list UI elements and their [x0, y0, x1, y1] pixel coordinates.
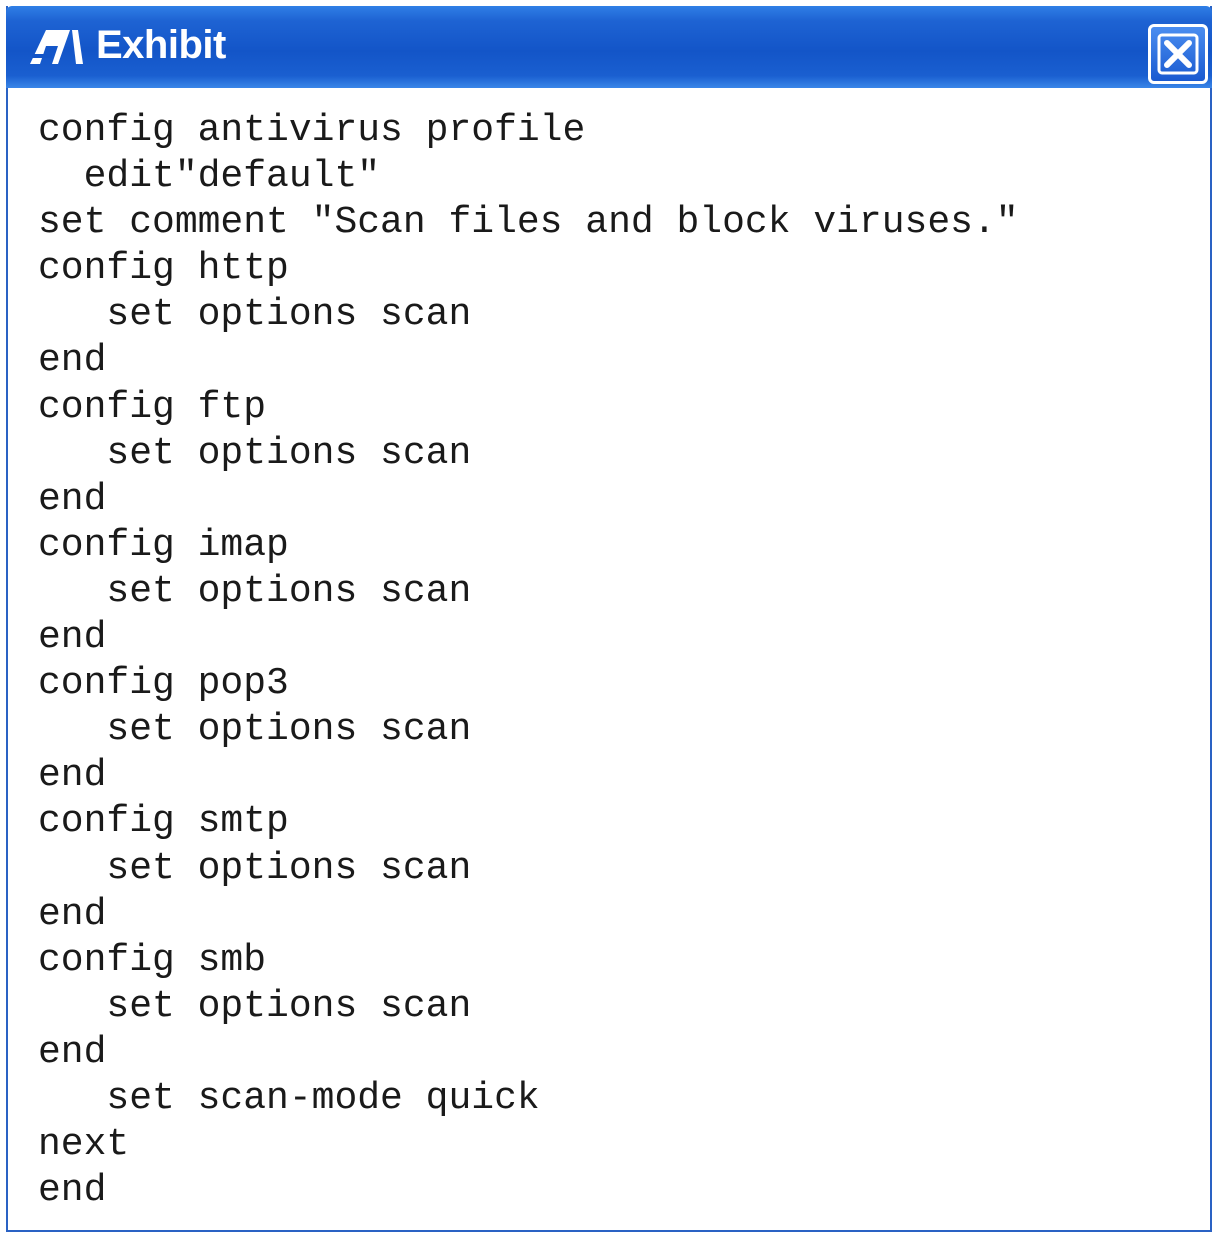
exhibit-window: Exhibit config antivirus profile edit"de…	[6, 6, 1212, 1232]
exhibit-icon	[28, 26, 84, 66]
code-line: set options scan	[38, 708, 472, 752]
code-line: config smtp	[38, 800, 289, 844]
code-line: set scan-mode quick	[38, 1076, 540, 1120]
code-line: set options scan	[38, 984, 472, 1028]
code-block: config antivirus profile edit"default" s…	[38, 108, 1200, 1220]
title-bar[interactable]: Exhibit	[6, 6, 1212, 88]
window-title: Exhibit	[96, 23, 226, 67]
code-line: set options scan	[38, 846, 472, 890]
code-line: end	[38, 754, 107, 798]
code-line: config ftp	[38, 385, 267, 429]
code-line: end	[38, 339, 107, 383]
code-line: end	[38, 477, 107, 521]
close-button[interactable]	[1148, 24, 1208, 84]
code-line: set options scan	[38, 431, 472, 475]
code-line: config smb	[38, 938, 267, 982]
code-line: config antivirus profile	[38, 109, 586, 152]
code-line: end	[38, 616, 107, 660]
code-line: end	[38, 1030, 107, 1074]
code-line: config http	[38, 247, 289, 291]
code-line: set options scan	[38, 569, 472, 613]
code-line: edit"default"	[38, 155, 381, 199]
code-line: set comment "Scan files and block viruse…	[38, 201, 1019, 245]
code-line: config imap	[38, 523, 289, 567]
code-line: end	[38, 892, 107, 936]
code-line: end	[38, 1169, 107, 1213]
code-line: next	[38, 1123, 130, 1167]
close-icon	[1157, 33, 1199, 75]
code-line: config pop3	[38, 662, 289, 706]
code-line: set options scan	[38, 293, 472, 337]
